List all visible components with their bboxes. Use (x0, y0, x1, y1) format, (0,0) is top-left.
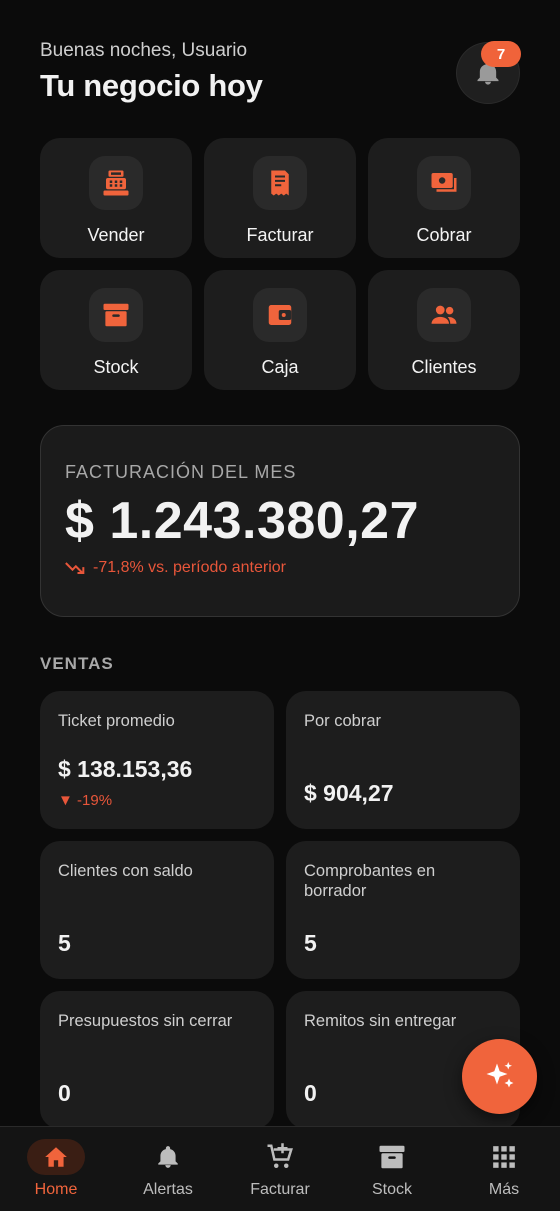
tile-icon-bg (253, 288, 307, 342)
stat-value: 5 (58, 930, 71, 956)
stat-value: $ 138.153,36 (58, 756, 193, 782)
action-label: Caja (261, 357, 299, 377)
notifications-button[interactable]: 7 (456, 41, 521, 104)
monthly-billing-amount: $ 1.243.380,27 (65, 492, 419, 550)
nav-icon-wrap (251, 1139, 309, 1175)
action-label: Cobrar (416, 225, 472, 245)
nav-label: Stock (371, 1181, 412, 1198)
quick-actions-grid: Vender Facturar Cobrar Stock Caja Client… (40, 138, 520, 390)
payments-icon (431, 173, 457, 192)
monthly-change: -71,8% vs. período anterior (65, 559, 495, 577)
bottom-navigation: Home Alertas Facturar Stock Más (0, 1126, 560, 1211)
monthly-change-text: -71,8% vs. período anterior (93, 559, 286, 576)
archive-box-icon (379, 1145, 405, 1169)
section-title-ventas: VENTAS (40, 654, 114, 673)
cash-register-icon (103, 170, 129, 196)
stat-value: $ 904,27 (304, 780, 394, 806)
action-cobrar[interactable]: Cobrar (368, 138, 520, 258)
ai-assistant-fab[interactable] (462, 1039, 537, 1114)
nav-label: Home (34, 1181, 78, 1198)
stat-label: Clientes con saldo (58, 862, 193, 880)
action-label: Facturar (246, 225, 314, 245)
nav-icon-wrap (475, 1139, 533, 1175)
tile-icon-bg (417, 288, 471, 342)
action-label: Clientes (411, 357, 477, 377)
home-icon (45, 1147, 67, 1167)
nav-item-mas[interactable]: Más (448, 1127, 560, 1211)
action-label: Stock (93, 357, 139, 377)
page-title: Tu negocio hoy (40, 68, 263, 103)
nav-item-alertas[interactable]: Alertas (112, 1127, 224, 1211)
stat-por-cobrar[interactable]: Por cobrar $ 904,27 (286, 691, 520, 829)
stat-ticket-promedio[interactable]: Ticket promedio $ 138.153,36 ▼ -19% (40, 691, 274, 829)
header: Buenas noches, Usuario Tu negocio hoy 7 (40, 40, 521, 110)
nav-item-stock[interactable]: Stock (336, 1127, 448, 1211)
wallet-icon (268, 305, 292, 325)
stat-value: 0 (58, 1080, 71, 1106)
nav-icon-wrap (27, 1139, 85, 1175)
stat-value: 0 (304, 1080, 317, 1106)
nav-label: Alertas (143, 1181, 193, 1198)
bell-icon (158, 1146, 178, 1168)
tile-icon-bg (89, 288, 143, 342)
tile-icon-bg (89, 156, 143, 210)
action-stock[interactable]: Stock (40, 270, 192, 390)
action-label: Vender (87, 225, 145, 245)
stat-clientes-con-saldo[interactable]: Clientes con saldo 5 (40, 841, 274, 979)
notification-badge: 7 (481, 41, 521, 67)
nav-label: Facturar (250, 1181, 310, 1198)
nav-item-facturar[interactable]: Facturar (224, 1127, 336, 1211)
action-caja[interactable]: Caja (204, 270, 356, 390)
people-icon (431, 305, 457, 324)
monthly-billing-card[interactable]: FACTURACIÓN DEL MES $ 1.243.380,27 -71,8… (40, 425, 520, 617)
cart-add-icon (267, 1143, 293, 1168)
nav-label: Más (488, 1181, 520, 1198)
sales-stats-grid: Ticket promedio $ 138.153,36 ▼ -19% Por … (40, 691, 520, 1129)
action-facturar[interactable]: Facturar (204, 138, 356, 258)
stat-label: Por cobrar (304, 712, 382, 730)
stat-value: 5 (304, 930, 317, 956)
trending-down-icon (65, 562, 85, 574)
tile-icon-bg (417, 156, 471, 210)
stat-label: Presupuestos sin cerrar (58, 1012, 233, 1030)
stat-label: Ticket promedio (58, 712, 175, 730)
apps-grid-icon (493, 1146, 515, 1168)
archive-box-icon (103, 303, 129, 327)
monthly-billing-label: FACTURACIÓN DEL MES (65, 462, 297, 482)
nav-icon-wrap (139, 1139, 197, 1175)
stat-label: Remitos sin entregar (304, 1012, 457, 1030)
nav-icon-wrap (363, 1139, 421, 1175)
tile-icon-bg (253, 156, 307, 210)
stat-change: ▼ -19% (58, 792, 113, 809)
stat-comprobantes-borrador[interactable]: Comprobantes en borrador 5 (286, 841, 520, 979)
action-vender[interactable]: Vender (40, 138, 192, 258)
action-clientes[interactable]: Clientes (368, 270, 520, 390)
invoice-icon (271, 170, 289, 196)
stat-label: Comprobantes en borrador (304, 862, 436, 900)
nav-item-home[interactable]: Home (0, 1127, 112, 1211)
stat-presupuestos-sin-cerrar[interactable]: Presupuestos sin cerrar 0 (40, 991, 274, 1129)
greeting-text: Buenas noches, Usuario (40, 40, 248, 61)
sparkles-icon (486, 1061, 513, 1087)
